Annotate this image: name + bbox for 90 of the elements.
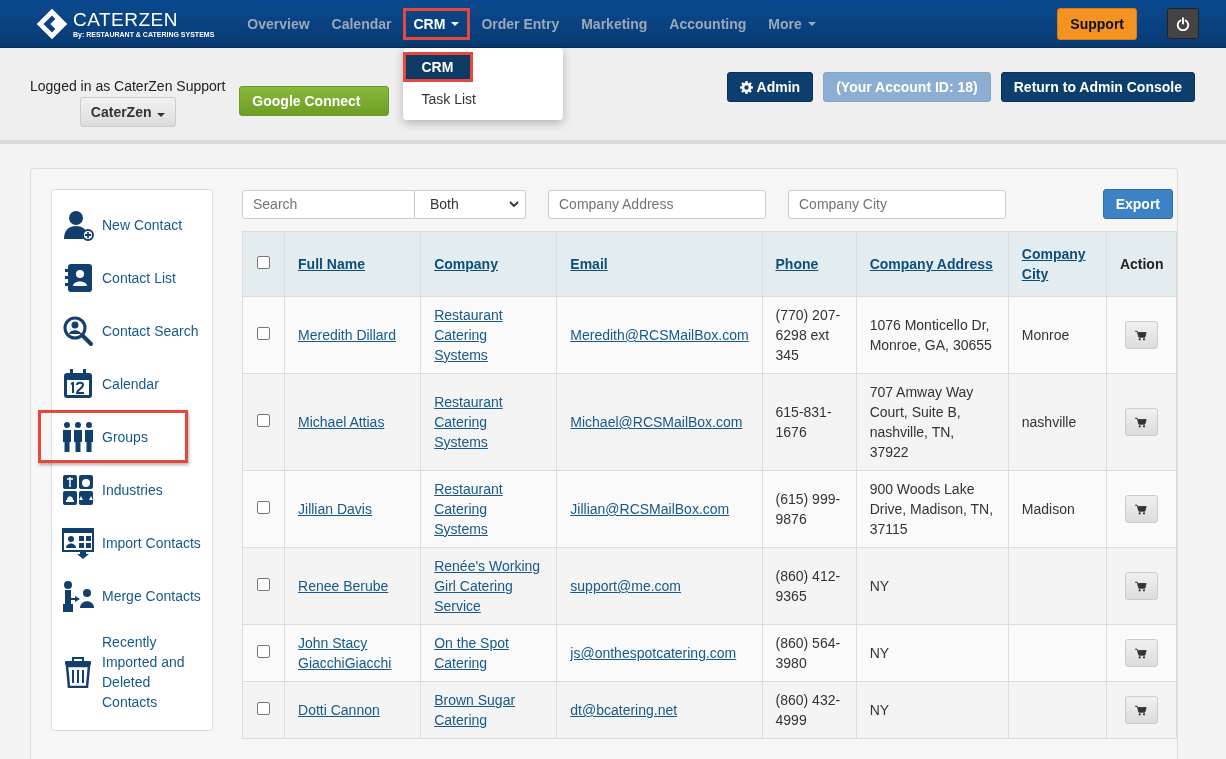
order-button[interactable] [1124,408,1158,436]
add-person-icon [62,208,94,241]
city-text: Madison [1021,501,1075,517]
import-icon [62,526,94,559]
city-text: nashville [1021,414,1077,430]
order-button[interactable] [1124,495,1158,523]
sidebar-item[interactable]: Contact Search [38,304,212,357]
row-checkbox[interactable] [257,414,270,427]
cart-icon [1135,329,1148,341]
address-text: NY [869,702,890,718]
contact-name-link[interactable]: Michael Attias [298,412,385,432]
phone-text: (615) 999-9876 [775,491,841,527]
column-sort-link[interactable]: Email [570,254,608,274]
cart-icon [1135,580,1148,592]
contact-name-link[interactable]: Meredith Dillard [298,325,397,345]
row-checkbox[interactable] [257,578,270,591]
order-button[interactable] [1124,321,1158,349]
row-checkbox[interactable] [257,702,270,715]
phone-text: (860) 412-9365 [775,568,841,604]
chevron-down-icon [509,201,519,207]
company-address-field[interactable]: Company Address [548,189,766,219]
row-checkbox[interactable] [257,645,270,658]
mail-address-link[interactable]: dt@bcatering.net [570,700,678,720]
address-text: 900 Woods Lake Drive, Madison, TN, 37115 [869,481,994,537]
sidebar-item[interactable]: Industries [38,463,212,516]
address-text: 707 Amway Way Court, Suite B, nashville, TN, 37922 [869,384,974,460]
sidebar-item[interactable]: Groups [38,410,188,463]
order-button[interactable] [1124,572,1158,600]
admin-button[interactable]: Admin [726,72,814,102]
calendar-icon [62,367,94,400]
city-text: Monroe [1021,327,1070,343]
gear-icon [739,80,753,94]
nav-tab[interactable]: Calendar [320,7,403,40]
sidebar-item[interactable]: Calendar [38,357,212,410]
support-button[interactable]: Support [1057,7,1137,40]
column-sort-link[interactable]: Phone [775,254,819,274]
export-button[interactable]: Export [1102,189,1173,219]
column-sort-link[interactable]: Company [434,254,498,274]
nav-tab[interactable]: More [757,7,827,40]
company-city-field[interactable]: Company City [788,189,1006,219]
four-tile-icon [62,473,94,506]
nav-tab[interactable]: Overview [236,7,321,40]
nav-tab[interactable]: Accounting [658,7,758,40]
nav-tab[interactable]: Order Entry [470,7,571,40]
phone-text: (860) 432-4999 [775,692,841,728]
phone-text: 615-831-1676 [775,404,832,440]
contact-name-link[interactable]: Renee Berube [298,576,389,596]
address-text: NY [869,645,890,661]
menu-item[interactable]: CRM [402,51,473,82]
column-sort-link[interactable]: Full Name [298,254,365,274]
logged-in-text: Logged in as CaterZen Support [30,78,226,94]
logo-text: CATERZEN [73,8,179,31]
address-text: 1076 Monticello Dr, Monroe, GA, 30655 [869,317,992,353]
company-dropdown[interactable]: CaterZen [79,97,176,127]
order-button[interactable] [1124,696,1158,724]
merge-people-icon [62,579,94,612]
address-book-icon [62,261,94,294]
column-header: Action [1119,256,1164,272]
scope-select[interactable]: Both [415,189,526,219]
sidebar-item[interactable]: Contact List [38,251,212,304]
sidebar-item[interactable]: Recently Imported and Deleted Contacts [38,622,212,722]
cart-icon [1135,647,1148,659]
address-text: NY [869,578,890,594]
search-field[interactable]: Search [242,189,415,219]
return-console-button[interactable]: Return to Admin Console [1000,72,1195,102]
phone-text: (770) 207-6298 ext 345 [775,307,841,363]
phone-text: (860) 564-3980 [775,635,841,671]
nav-tab[interactable]: Marketing [570,7,659,40]
nav-tab[interactable]: CRM [402,7,471,40]
sidebar-item[interactable]: Merge Contacts [38,569,212,622]
row-checkbox[interactable] [257,501,270,514]
mail-address-link[interactable]: support@me.com [570,576,681,596]
cart-icon [1135,704,1148,716]
cart-icon [1135,416,1148,428]
menu-item[interactable]: Task List [402,83,563,114]
people-icon [62,420,94,453]
sidebar-item[interactable]: New Contact [38,198,212,251]
power-icon [1176,16,1190,31]
trash-icon [62,656,94,688]
select-all-checkbox[interactable] [257,256,270,269]
row-checkbox[interactable] [257,327,270,340]
mail-address-link[interactable]: Michael@RCSMailBox.com [570,412,743,432]
power-button[interactable] [1167,8,1199,39]
order-button[interactable] [1124,639,1158,667]
contact-name-link[interactable]: Jillian Davis [298,499,372,519]
person-search-icon [62,314,94,347]
cart-icon [1135,503,1148,515]
diamond-logo-icon [35,6,69,41]
sidebar-item[interactable]: Import Contacts [38,516,212,569]
mail-address-link[interactable]: Jillian@RCSMailBox.com [570,499,730,519]
